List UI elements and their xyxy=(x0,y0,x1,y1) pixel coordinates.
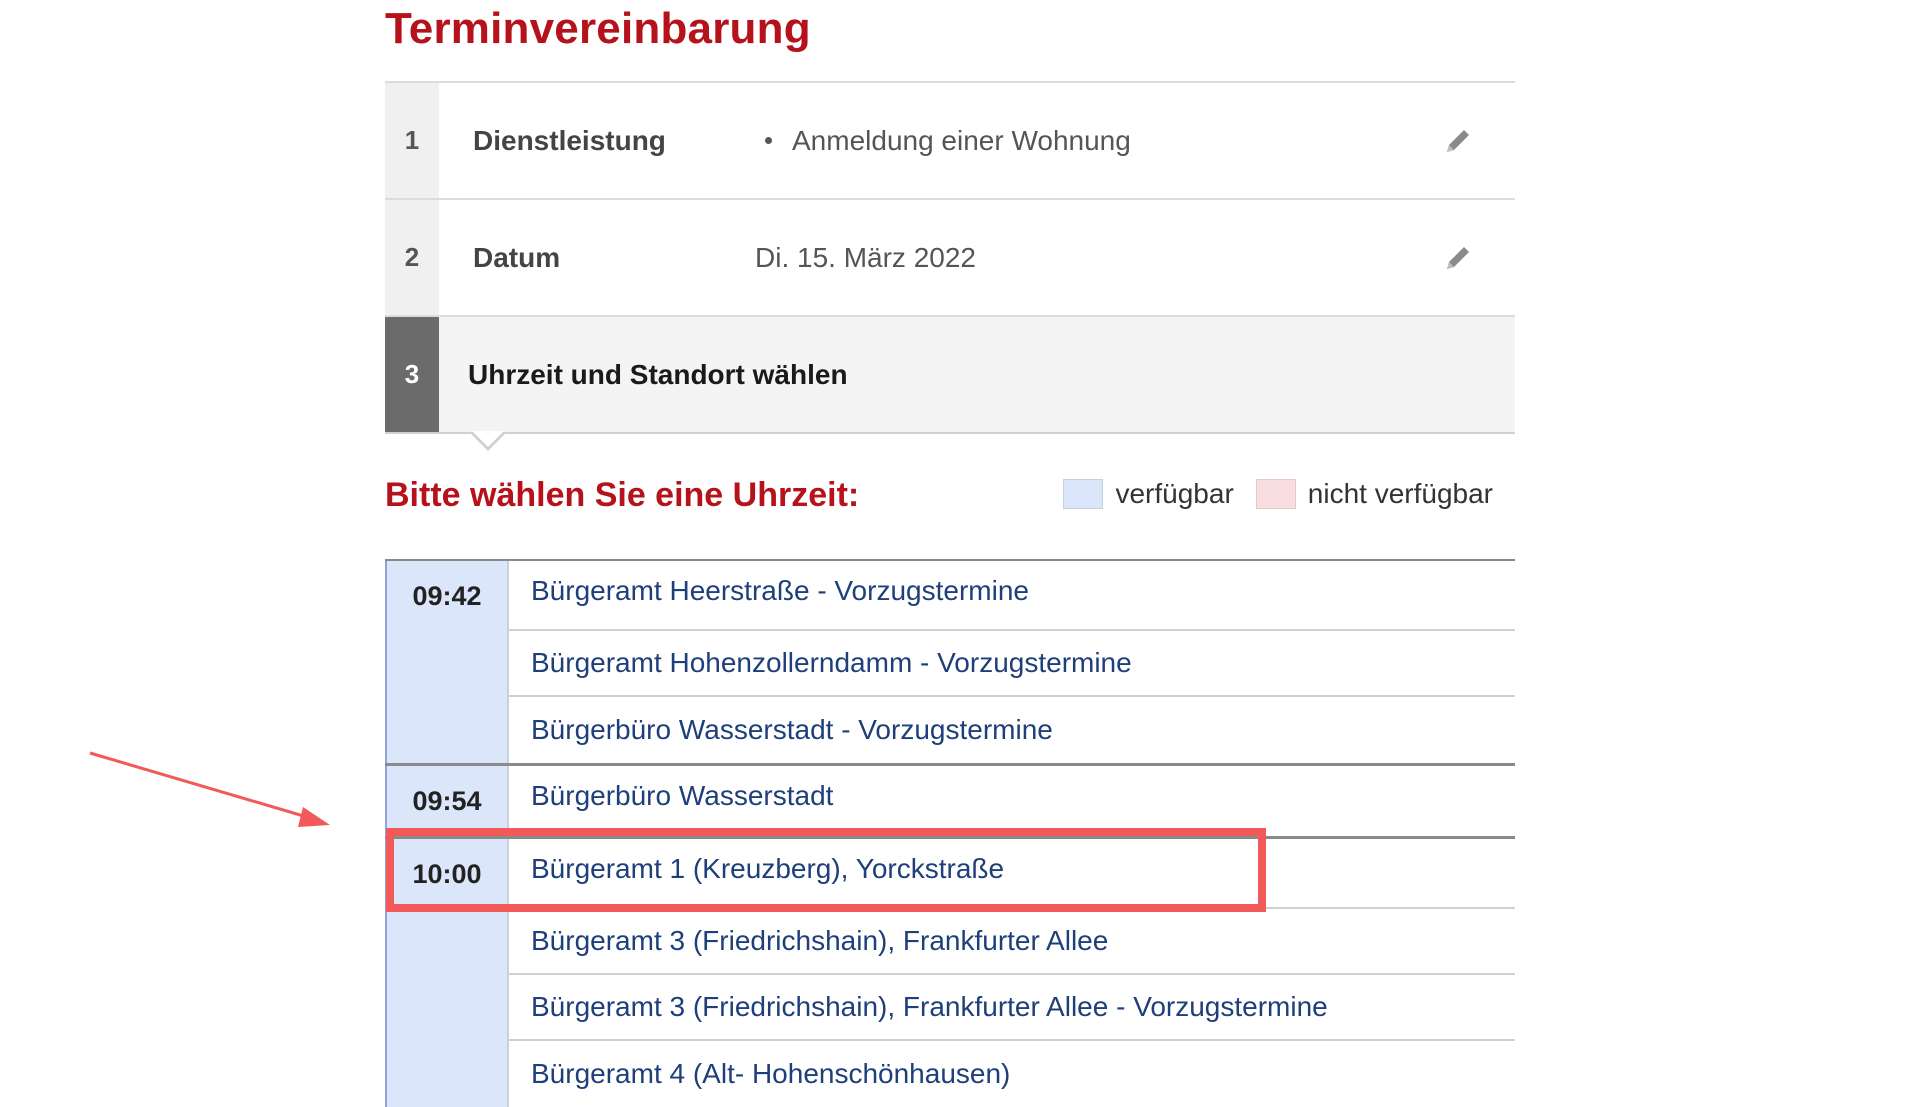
date-value: Di. 15. März 2022 xyxy=(755,241,976,273)
location-link[interactable]: Bürgeramt 3 (Friedrichshain), Frankfurte… xyxy=(509,975,1515,1041)
page-title: Terminvereinbarung xyxy=(385,4,811,53)
location-link[interactable]: Bürgeramt 4 (Alt- Hohenschönhausen) xyxy=(509,1041,1515,1107)
choose-time-heading: Bitte wählen Sie eine Uhrzeit: xyxy=(385,476,860,514)
time-label: 09:54 xyxy=(385,766,509,836)
step-number: 1 xyxy=(385,83,439,198)
location-list: Bürgeramt 1 (Kreuzberg), Yorckstraße Bür… xyxy=(509,839,1515,1107)
time-slot-table: 09:42 Bürgeramt Heerstraße - Vorzugsterm… xyxy=(385,559,1515,1107)
unavailable-label: nicht verfügbar xyxy=(1307,478,1493,509)
pencil-icon[interactable] xyxy=(1441,124,1475,158)
location-link[interactable]: Bürgerbüro Wasserstadt - Vorzugstermine xyxy=(509,697,1515,763)
time-group: 09:42 Bürgeramt Heerstraße - Vorzugsterm… xyxy=(385,561,1515,766)
available-swatch xyxy=(1063,479,1104,509)
availability-legend: verfügbar nicht verfügbar xyxy=(1063,478,1493,510)
location-list: Bürgerbüro Wasserstadt xyxy=(509,766,1515,836)
pencil-icon[interactable] xyxy=(1441,241,1475,275)
arrow-icon xyxy=(85,745,335,835)
bullet-icon xyxy=(765,137,772,144)
location-link[interactable]: Bürgeramt 3 (Friedrichshain), Frankfurte… xyxy=(509,909,1515,975)
step-number: 2 xyxy=(385,200,439,315)
location-link[interactable]: Bürgeramt Heerstraße - Vorzugstermine xyxy=(509,561,1515,631)
location-link[interactable]: Bürgeramt 1 (Kreuzberg), Yorckstraße xyxy=(509,839,1515,909)
appointment-page: Terminvereinbarung 1 Dienstleistung Anme… xyxy=(385,0,1515,1107)
steps-list: 1 Dienstleistung Anmeldung einer Wohnung… xyxy=(385,81,1515,451)
step-service: 1 Dienstleistung Anmeldung einer Wohnung xyxy=(385,83,1515,200)
step-label: Dienstleistung xyxy=(473,124,666,156)
location-list: Bürgeramt Heerstraße - Vorzugstermine Bü… xyxy=(509,561,1515,763)
step-date: 2 Datum Di. 15. März 2022 xyxy=(385,200,1515,317)
time-group: 10:00 Bürgeramt 1 (Kreuzberg), Yorckstra… xyxy=(385,839,1515,1107)
time-group: 09:54 Bürgerbüro Wasserstadt xyxy=(385,766,1515,839)
service-value: Anmeldung einer Wohnung xyxy=(792,124,1131,156)
available-label: verfügbar xyxy=(1115,478,1234,509)
step-number: 3 xyxy=(385,317,439,432)
step-pointer xyxy=(470,431,506,451)
location-link[interactable]: Bürgerbüro Wasserstadt xyxy=(509,766,1515,836)
time-label: 10:00 xyxy=(385,839,509,1107)
step-label: Datum xyxy=(473,241,561,273)
unavailable-swatch xyxy=(1255,479,1296,509)
step-value: Anmeldung einer Wohnung xyxy=(755,125,1131,157)
step-label: Uhrzeit und Standort wählen xyxy=(468,358,848,390)
time-label: 09:42 xyxy=(385,561,509,763)
location-link[interactable]: Bürgeramt Hohenzollerndamm - Vorzugsterm… xyxy=(509,631,1515,697)
step-time-location: 3 Uhrzeit und Standort wählen xyxy=(385,317,1515,451)
